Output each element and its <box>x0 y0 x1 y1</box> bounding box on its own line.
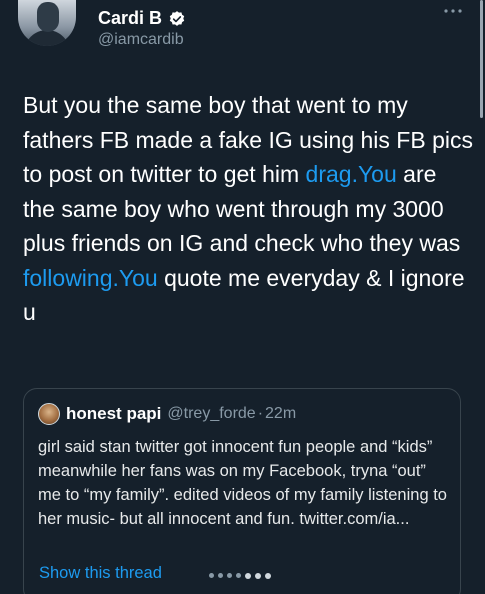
thread-dot <box>265 572 271 579</box>
thread-dot <box>227 573 232 578</box>
tweet-link-following[interactable]: following.You <box>23 265 158 291</box>
thread-dots <box>209 572 271 579</box>
tweet-body: But you the same boy that went to my fat… <box>23 88 473 330</box>
author-avatar[interactable] <box>18 0 76 46</box>
quoted-timestamp: 22m <box>265 405 297 422</box>
quoted-author-name: honest papi <box>66 404 162 423</box>
more-dots-icon <box>444 9 462 13</box>
quoted-separator: · <box>257 405 264 422</box>
quoted-tweet-card[interactable]: honest papi @trey_forde · 22m girl said … <box>23 388 461 594</box>
avatar-shoulders <box>24 30 70 46</box>
tweet-screen: Cardi B @iamcardib But you the same boy … <box>0 0 485 594</box>
quoted-author-avatar <box>38 403 60 425</box>
thread-dot <box>236 573 241 578</box>
more-horizontal-icon[interactable] <box>442 4 464 18</box>
avatar-face <box>37 2 59 32</box>
author-display-name[interactable]: Cardi B <box>98 8 162 29</box>
tweet-link-drag[interactable]: drag.You <box>306 161 397 187</box>
author-handle[interactable]: @iamcardib <box>98 31 184 49</box>
verified-badge-icon <box>169 10 185 26</box>
author-name-row[interactable]: Cardi B <box>98 8 186 29</box>
thread-dot <box>255 572 261 579</box>
scrollbar-thumb[interactable] <box>480 0 483 118</box>
show-thread-link[interactable]: Show this thread <box>39 564 162 583</box>
thread-dot <box>209 573 214 578</box>
thread-dot <box>245 572 251 579</box>
quoted-author-handle: @trey_forde <box>167 405 256 422</box>
quoted-tweet-header: honest papi @trey_forde · 22m <box>38 403 296 425</box>
thread-dot <box>218 573 223 578</box>
quoted-tweet-text: girl said stan twitter got innocent fun … <box>38 438 447 528</box>
